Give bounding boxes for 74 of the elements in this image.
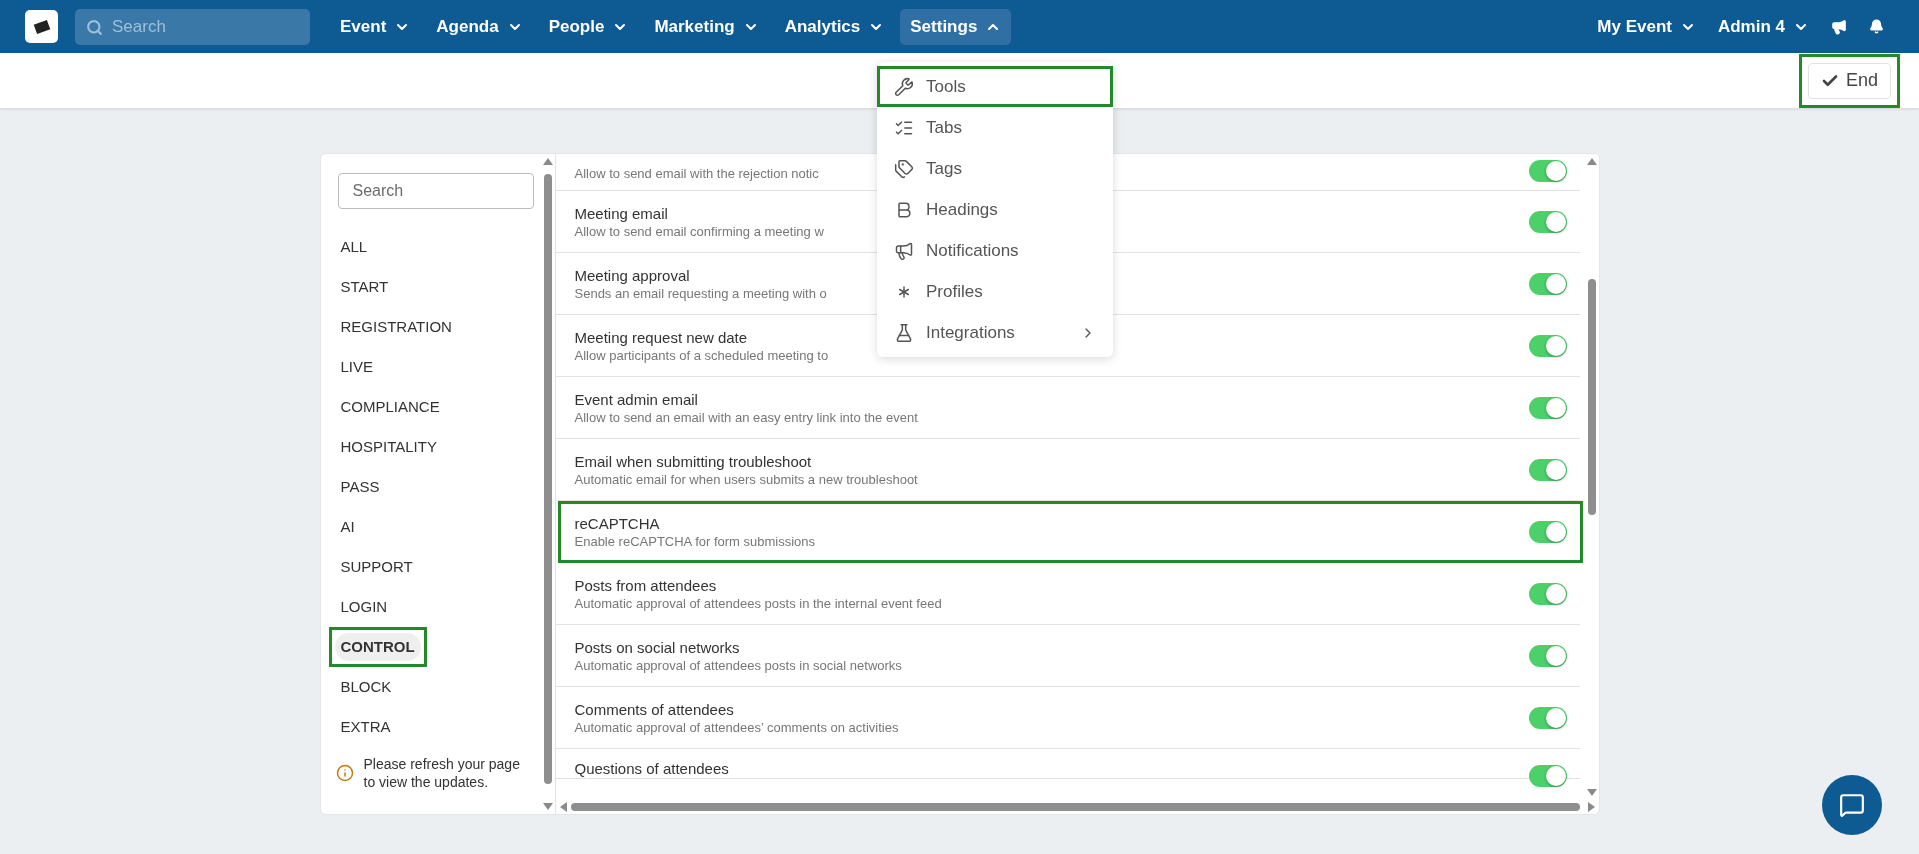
nav-menu[interactable]: Event <box>330 8 421 45</box>
setting-title: Meeting request new date <box>574 327 748 347</box>
info-icon <box>335 764 354 782</box>
toggle-switch[interactable] <box>1528 582 1567 605</box>
setting-description: Automatic email for when users submits a new troubleshoot <box>574 470 918 488</box>
toggle-switch[interactable] <box>1528 706 1567 729</box>
category-item[interactable]: CONTROL <box>334 633 421 661</box>
setting-title: Meeting email <box>574 203 668 223</box>
menu-item[interactable]: Tags <box>877 148 1113 189</box>
category-item[interactable]: START <box>334 273 395 301</box>
flask-icon <box>894 322 914 343</box>
toggle-switch[interactable] <box>1528 396 1567 419</box>
wrench-icon <box>894 76 914 97</box>
toggle-switch[interactable] <box>1528 644 1567 667</box>
logo-icon[interactable] <box>25 10 58 43</box>
nav-menu[interactable]: My Event <box>1597 13 1696 40</box>
bell-icon[interactable] <box>1869 19 1884 34</box>
setting-title: Email when submitting troubleshoot <box>574 451 812 471</box>
setting-title: Event admin email <box>574 389 698 409</box>
category-item[interactable]: ALL <box>334 233 374 261</box>
category-item[interactable]: LOGIN <box>334 593 394 621</box>
refresh-notice: Please refresh your page to view the updates. <box>363 755 521 791</box>
search-field[interactable]: Search <box>75 8 310 45</box>
category-item[interactable]: REGISTRATION <box>334 313 458 341</box>
category-item[interactable]: BLOCK <box>334 673 398 701</box>
menu-item[interactable]: Integrations <box>877 312 1113 353</box>
category-item[interactable]: AI <box>334 513 361 541</box>
toggle-switch[interactable] <box>1528 272 1567 295</box>
setting-title: Questions of attendees <box>574 759 729 778</box>
search-icon <box>86 18 103 36</box>
setting-description: Allow participants of a scheduled meeting to <box>574 346 829 364</box>
menu-item[interactable]: Profiles <box>877 271 1113 312</box>
nav-menu[interactable]: Settings <box>900 8 1012 45</box>
megaphone-icon[interactable] <box>1831 18 1847 35</box>
chat-launcher-button[interactable] <box>1822 775 1882 835</box>
nav-menu[interactable]: Marketing <box>644 8 769 45</box>
setting-title: Comments of attendees <box>574 699 734 719</box>
category-item[interactable]: SUPPORT <box>334 553 419 581</box>
end-button[interactable]: End <box>1807 62 1891 99</box>
setting-title: Posts from attendees <box>574 575 717 595</box>
nav-menu[interactable]: Admin 4 <box>1717 13 1809 40</box>
setting-title: reCAPTCHA <box>574 514 660 533</box>
megaphone-icon <box>894 240 914 261</box>
menu-item[interactable]: Tabs <box>877 107 1113 148</box>
setting-description: Allow to send email confirming a meeting w <box>574 222 824 240</box>
chat-bubble-icon <box>1839 792 1865 818</box>
menu-item[interactable]: Notifications <box>877 230 1113 271</box>
setting-description: Enable reCAPTCHA for form submissions <box>574 533 816 550</box>
toggle-switch[interactable] <box>1528 210 1567 233</box>
category-item[interactable]: EXTRA <box>334 713 397 741</box>
toggle-switch[interactable] <box>1528 458 1567 481</box>
setting-title: Posts on social networks <box>574 637 740 657</box>
toggle-switch[interactable] <box>1528 334 1567 357</box>
category-item[interactable]: COMPLIANCE <box>334 393 446 421</box>
setting-description: Automatic approval of attendees posts in the internal event feed <box>574 594 942 612</box>
setting-description: Allow to send an email with an easy entry link into the event <box>574 408 918 426</box>
menu-item[interactable]: Tools <box>877 66 1113 107</box>
search-field[interactable]: Search <box>337 173 534 209</box>
setting-title: Meeting approval <box>574 265 690 285</box>
category-item[interactable]: HOSPITALITY <box>334 433 443 461</box>
toggle-switch[interactable] <box>1528 160 1567 182</box>
category-item[interactable]: PASS <box>334 473 386 501</box>
setting-description: Automatic approval of attendees’ comments on activities <box>574 718 899 736</box>
nav-menu[interactable]: Agenda <box>426 8 533 45</box>
setting-description: Sends an email requesting a meeting with o <box>574 284 827 302</box>
setting-description: Allow to send email with the rejection notic <box>574 165 819 182</box>
menu-item[interactable]: Headings <box>877 189 1113 230</box>
setting-description: Automatic approval of attendees posts in social networks <box>574 656 902 674</box>
nav-menu[interactable]: People <box>538 8 639 45</box>
toggle-switch[interactable] <box>1528 521 1567 543</box>
nav-menu[interactable]: Analytics <box>774 8 895 45</box>
toggle-switch[interactable] <box>1528 765 1567 787</box>
tags-icon <box>894 158 914 179</box>
category-item[interactable]: LIVE <box>334 353 380 381</box>
